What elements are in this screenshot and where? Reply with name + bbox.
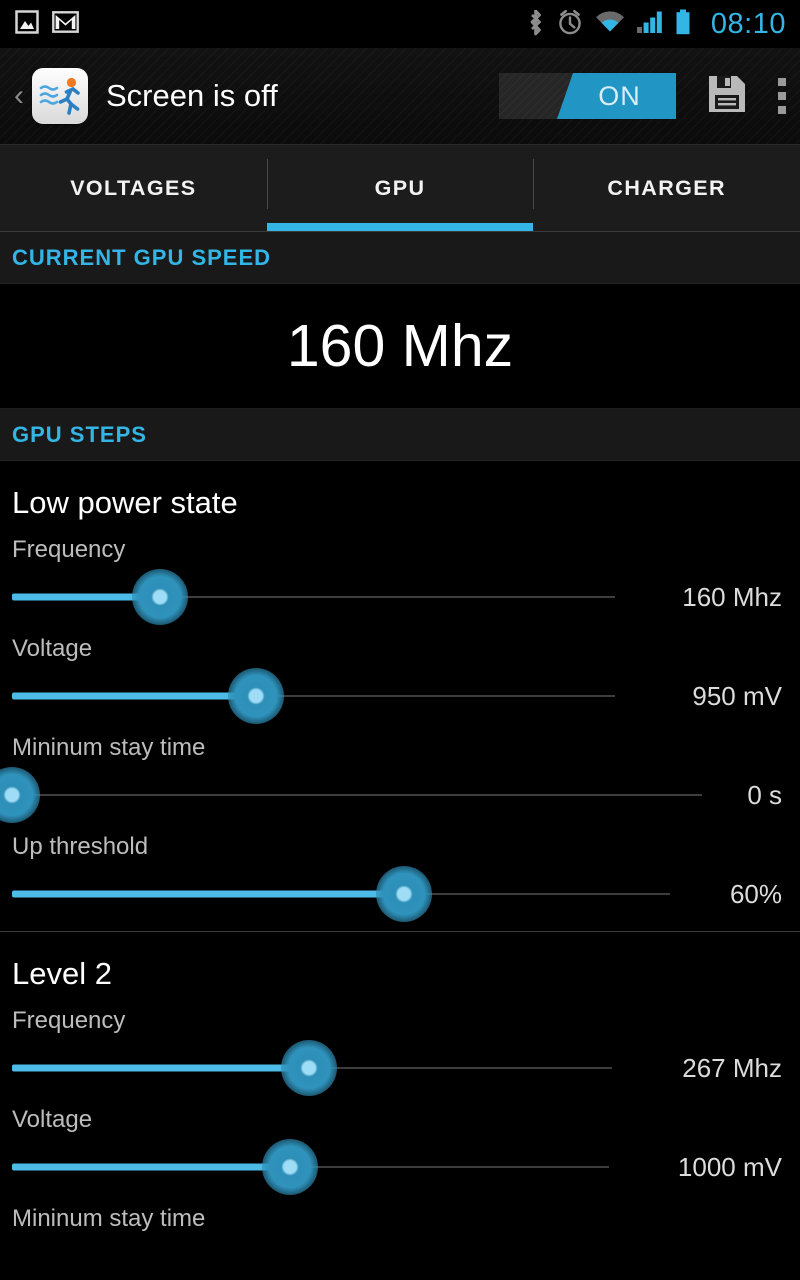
slider-control[interactable]: 160 Mhz [12,566,788,628]
toggle-label: ON [598,80,641,111]
runner-app-icon[interactable] [32,68,88,124]
slider-row: Voltage 1000 mV [0,1099,800,1198]
slider-track-background [12,794,702,796]
slider-label: Up threshold [12,833,149,860]
status-system-icons: 08:10 [526,8,786,41]
step-group: Level 2 Frequency 267 Mhz Voltage 1000 mV Min… [0,931,800,1241]
slider-label: Mininum stay time [12,734,206,761]
overflow-dot-1 [778,78,786,86]
page-title: Screen is off [106,78,278,113]
slider-row: Frequency 160 Mhz [0,529,800,628]
status-bar: 08:10 [0,0,800,48]
slider-track[interactable] [12,665,615,727]
overflow-menu-button[interactable] [778,78,786,114]
slider-track[interactable] [12,863,670,925]
section-header-gpu-steps: GPU STEPS [0,409,800,461]
slider-row: Up threshold 60% [0,826,800,925]
step-group-title: Level 2 [12,956,112,991]
current-speed-panel: 160 Mhz [0,284,800,409]
slider-row: Mininum stay time 0 s [0,727,800,826]
action-bar: ‹ Screen is off ON [0,48,800,145]
slider-control[interactable]: 950 mV [12,665,788,727]
gpu-steps-list: Low power state Frequency 160 Mhz Voltage 95… [0,461,800,1241]
wifi-icon [595,10,625,39]
section-header-current-speed: CURRENT GPU SPEED [0,232,800,284]
slider-track-fill [12,1163,290,1171]
status-notification-icons [14,9,79,40]
status-clock: 08:10 [710,7,786,40]
slider-value: 1000 mV [677,1151,782,1182]
slider-track[interactable] [12,1136,609,1198]
slider-row: Voltage 950 mV [0,628,800,727]
slider-track-fill [12,1064,309,1072]
slider-label: Frequency [12,536,126,563]
slider-label: Voltage [12,1106,93,1133]
slider-value: 267 Mhz [682,1052,782,1083]
slider-track-fill [12,890,404,898]
slider-thumb[interactable] [0,767,40,823]
tab-gpu-underline [266,223,534,231]
slider-control[interactable]: 267 Mhz [12,1037,788,1099]
slider-row: Mininum stay time [0,1198,800,1235]
slider-thumb[interactable] [261,1139,318,1195]
slider-thumb[interactable] [281,1040,337,1096]
slider-thumb[interactable] [131,569,188,625]
overflow-dot-2 [778,92,786,100]
slider-track[interactable] [0,764,702,826]
tab-voltages[interactable]: VOLTAGES [0,145,267,231]
slider-control[interactable]: 0 s [0,764,788,826]
battery-icon [675,9,691,40]
slider-control[interactable]: 1000 mV [12,1136,788,1198]
back-button[interactable]: ‹ [8,81,30,111]
gmail-icon [52,10,79,38]
slider-thumb[interactable] [375,866,432,922]
slider-value: 60% [729,878,782,909]
slider-label: Voltage [12,635,93,662]
step-group-title: Low power state [12,485,238,520]
toggle-on-area[interactable]: ON [557,73,676,119]
tab-charger[interactable]: CHARGER [533,145,800,231]
tab-gpu[interactable]: GPU [266,145,534,231]
slider-label: Frequency [12,1007,126,1034]
current-speed-value: 160 Mhz [286,313,514,379]
slider-thumb[interactable] [228,668,285,724]
slider-track[interactable] [12,1037,612,1099]
alarm-icon [556,8,584,41]
save-button[interactable] [706,73,748,120]
slider-label: Mininum stay time [12,1205,206,1232]
slider-row: Frequency 267 Mhz [0,1000,800,1099]
overflow-dot-3 [778,106,786,114]
step-group: Low power state Frequency 160 Mhz Voltage 95… [0,461,800,931]
slider-control[interactable]: 60% [12,863,788,925]
slider-value: 160 Mhz [682,581,782,612]
tab-voltages-label: VOLTAGES [70,175,197,200]
gallery-icon [14,9,40,40]
tab-bar: VOLTAGES GPU CHARGER [0,145,800,232]
slider-value: 0 s [747,779,782,810]
bluetooth-icon [526,8,545,41]
tab-gpu-label: GPU [374,175,426,200]
slider-value: 950 mV [692,680,782,711]
floppy-save-icon [709,75,745,112]
slider-track-fill [12,692,257,700]
signal-icon [636,10,664,39]
enable-toggle[interactable]: ON [499,73,676,119]
slider-track[interactable] [12,566,615,628]
tab-charger-label: CHARGER [607,175,726,200]
